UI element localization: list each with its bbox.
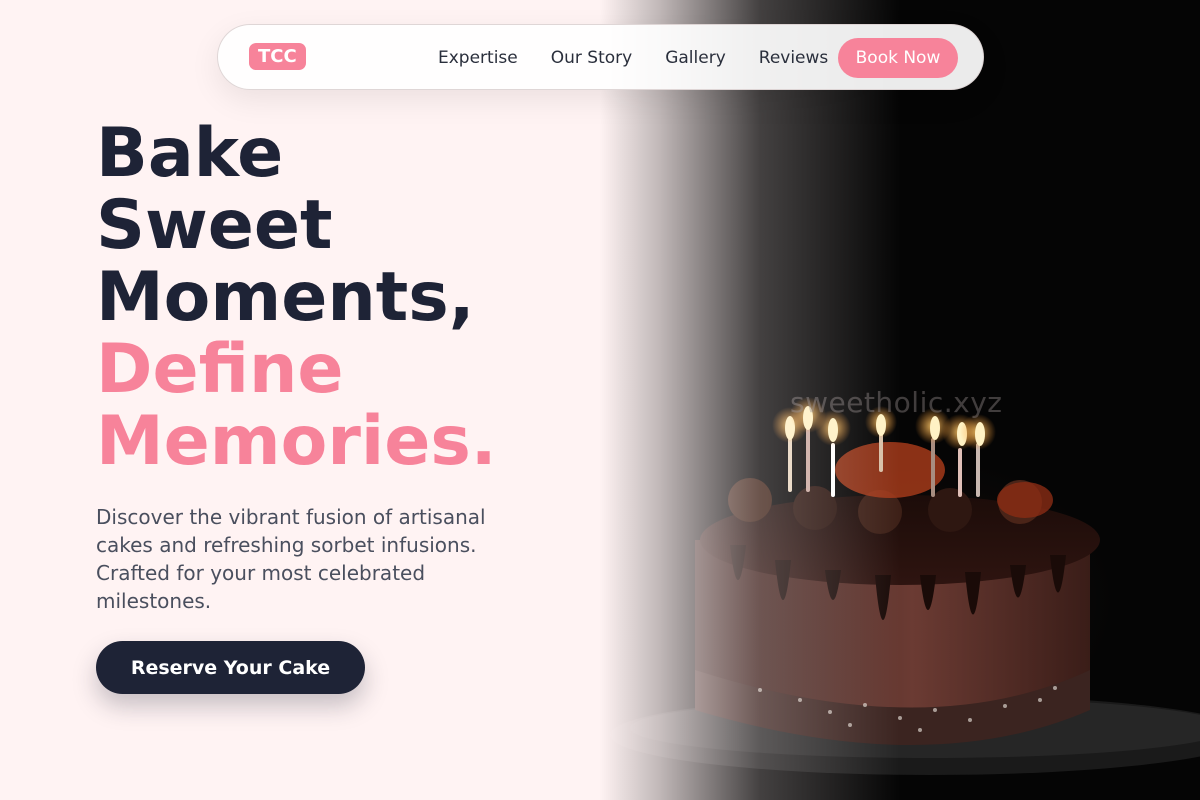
image-watermark: sweetholic.xyz xyxy=(790,386,1003,419)
nav-links: Expertise Our Story Gallery Reviews xyxy=(438,25,828,91)
nav-link-our-story[interactable]: Our Story xyxy=(551,48,632,68)
book-now-button[interactable]: Book Now xyxy=(838,38,958,78)
headline-line: Moments, xyxy=(96,258,475,337)
hero-subtitle: Discover the vibrant fusion of artisanal… xyxy=(96,505,486,613)
brand-logo[interactable]: TCC xyxy=(249,43,306,70)
reserve-cake-button[interactable]: Reserve Your Cake xyxy=(96,641,365,694)
headline-accent-line: Define xyxy=(96,330,344,409)
nav-link-reviews[interactable]: Reviews xyxy=(759,48,829,68)
hero-headline: Bake Sweet Moments, Define Memories. xyxy=(96,118,497,478)
landing-page: sweetholic.xyz TCC Expertise Our Story G… xyxy=(0,0,1200,800)
nav-link-expertise[interactable]: Expertise xyxy=(438,48,518,68)
hero-cake-image: sweetholic.xyz xyxy=(600,0,1200,800)
top-navigation: TCC Expertise Our Story Gallery Reviews … xyxy=(217,24,984,90)
headline-accent-line: Memories. xyxy=(96,402,497,481)
nav-link-gallery[interactable]: Gallery xyxy=(665,48,726,68)
headline-line: Bake xyxy=(96,114,284,193)
headline-line: Sweet xyxy=(96,186,333,265)
